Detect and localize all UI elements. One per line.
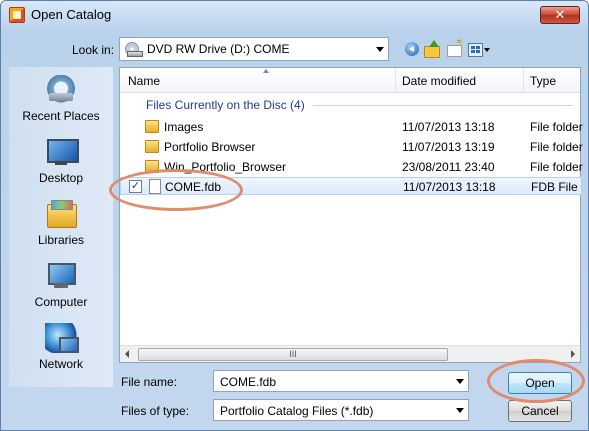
dvd-drive-icon [125,42,143,57]
file-name-label: File name: [121,375,178,389]
table-row[interactable]: Portfolio Browser 11/07/2013 13:19 File … [120,138,583,156]
window-title: Open Catalog [31,7,112,22]
column-name-header[interactable]: Name [128,74,160,88]
file-type-value: Portfolio Catalog Files (*.fdb) [220,404,374,418]
chevron-down-icon[interactable] [456,379,464,384]
file-date: 23/08/2011 23:40 [402,160,495,174]
place-label: Libraries [37,233,85,247]
recent-places-icon [45,75,77,105]
place-network[interactable]: Network [9,319,113,379]
cancel-button[interactable]: Cancel [508,400,572,422]
up-folder-icon[interactable] [423,40,441,58]
scroll-right-icon[interactable] [571,350,575,358]
catalog-app-icon [9,7,25,23]
views-menu-icon[interactable] [467,40,493,58]
file-type: File folder [530,120,583,134]
place-computer[interactable]: Computer [9,257,113,317]
table-row[interactable]: Images 11/07/2013 13:18 File folder [120,118,583,136]
file-date: 11/07/2013 13:18 [402,120,495,134]
horizontal-scrollbar[interactable]: III [120,345,580,362]
file-date: 11/07/2013 13:18 [403,180,496,194]
open-button[interactable]: Open [508,372,572,394]
computer-icon [45,261,77,291]
file-type: File folder [530,160,583,174]
look-in-value: DVD RW Drive (D:) COME [147,42,290,56]
file-icon [149,179,161,194]
close-button[interactable]: ✕ [540,6,580,24]
file-name: COME.fdb [165,180,222,194]
place-desktop[interactable]: Desktop [9,133,113,193]
file-type-dropdown[interactable]: Portfolio Catalog Files (*.fdb) [213,399,469,421]
open-catalog-dialog: Open Catalog ✕ Look in: DVD RW Drive (D:… [0,0,589,431]
table-row-selected[interactable]: ✓ COME.fdb 11/07/2013 13:18 FDB File [120,177,582,195]
look-in-label: Look in: [72,43,115,57]
sort-ascending-icon [263,69,269,73]
place-label: Computer [34,295,88,309]
table-row[interactable]: Win_Portfolio_Browser 23/08/2011 23:40 F… [120,158,583,176]
column-date-header[interactable]: Date modified [402,74,476,88]
file-name-value: COME.fdb [220,375,277,389]
network-icon [45,323,79,353]
file-type: File folder [530,140,583,154]
chevron-down-icon [376,47,384,52]
file-name-input[interactable]: COME.fdb [213,370,469,392]
new-folder-icon[interactable] [445,37,463,58]
folder-icon [145,160,159,173]
folder-icon [145,140,159,153]
desktop-icon [45,137,79,167]
back-icon[interactable] [403,40,421,58]
file-name: Win_Portfolio_Browser [164,160,287,174]
group-header[interactable]: Files Currently on the Disc (4) [146,98,305,112]
column-type-header[interactable]: Type [530,74,556,88]
look-in-dropdown[interactable]: DVD RW Drive (D:) COME [119,37,389,61]
file-list[interactable]: Name Date modified Type Files Currently … [119,67,583,363]
column-divider[interactable] [395,68,396,93]
place-label: Desktop [38,171,84,185]
places-bar: Recent Places Desktop Libraries Computer… [9,67,113,387]
chevron-down-icon [456,408,464,413]
title-bar: Open Catalog ✕ [1,1,588,29]
place-label: Recent Places [22,109,100,123]
file-name: Images [164,120,204,134]
place-recent-places[interactable]: Recent Places [9,71,113,131]
file-date: 11/07/2013 13:19 [402,140,495,154]
row-checkbox[interactable]: ✓ [129,180,142,193]
group-divider [313,105,573,106]
place-label: Network [38,357,83,371]
folder-icon [145,120,159,133]
column-headers: Name Date modified Type [120,68,580,93]
libraries-icon [45,199,77,229]
file-type: FDB File [531,180,578,194]
scroll-thumb[interactable]: III [138,348,448,361]
place-libraries[interactable]: Libraries [9,195,113,255]
file-name: Portfolio Browser [164,140,256,154]
column-divider[interactable] [523,68,524,93]
file-type-label: Files of type: [121,404,190,418]
scroll-left-icon[interactable] [125,350,129,358]
